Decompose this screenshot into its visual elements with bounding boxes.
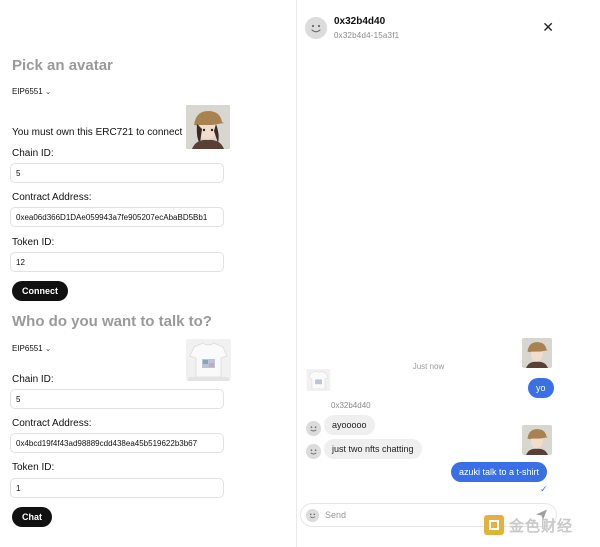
chain-id-input-2[interactable]: 5 [10, 389, 224, 409]
message-bubble-incoming: just two nfts chatting [324, 439, 422, 459]
token-id-label-2: Token ID: [12, 462, 55, 473]
composer-placeholder: Send [325, 510, 347, 520]
pick-avatar-heading: Pick an avatar [12, 57, 113, 74]
connect-button[interactable]: Connect [12, 281, 68, 301]
contract-address-input-1[interactable]: 0xea06d366D1DAe059943a7fe905207ecAbaBD5B… [10, 207, 224, 227]
token-standard-select-1[interactable]: EIP6551 ⌄ [12, 84, 51, 98]
contract-address-input-2[interactable]: 0x4bcd19f4f43ad98889cdd438ea45b519622b3b… [10, 433, 224, 453]
contract-address-label-2: Contract Address: [12, 418, 92, 429]
tshirt-nft-image [186, 339, 231, 381]
chat-panel: 0x32b4d40 0x32b4d4-15a3f1 ✕ Just now yo … [297, 0, 600, 547]
token-id-input-2[interactable]: 1 [10, 478, 224, 498]
watermark-mark-icon [484, 515, 504, 535]
token-id-input-1[interactable]: 12 [10, 252, 224, 272]
smiley-avatar-icon [306, 509, 319, 522]
smiley-avatar-icon [306, 421, 321, 436]
message-bubble-outgoing: azuki talk to a t-shirt [451, 462, 548, 482]
contract-address-label-1: Contract Address: [12, 192, 92, 203]
message-bubble-incoming: ayooooo [324, 415, 375, 435]
chevron-down-icon: ⌄ [44, 343, 52, 353]
connect-panel: Pick an avatar EIP6551 ⌄ You must own th… [0, 0, 296, 547]
message-timestamp: Just now [412, 362, 445, 371]
smiley-avatar-icon [305, 17, 327, 39]
message-bubble-outgoing: yo [528, 378, 554, 398]
ownership-notice: You must own this ERC721 to connect [12, 127, 183, 138]
chat-peer-address: 0x32b4d4-15a3f1 [334, 31, 400, 40]
smiley-avatar-icon [306, 444, 321, 459]
chevron-down-icon: ⌄ [44, 86, 52, 96]
chat-button[interactable]: Chat [12, 507, 52, 527]
chain-id-input-1[interactable]: 5 [10, 163, 224, 183]
token-id-label-1: Token ID: [12, 237, 55, 248]
read-receipt-icon: ✓ [540, 484, 548, 494]
my-avatar-thumb [522, 425, 552, 455]
chain-id-label-1: Chain ID: [12, 148, 54, 159]
token-standard-value: EIP6551 [12, 86, 43, 96]
watermark-logo: 金色财经 [483, 514, 573, 536]
avatar-nft-image [186, 105, 230, 149]
chain-id-label-2: Chain ID: [12, 374, 54, 385]
chat-peer-name: 0x32b4d40 [334, 16, 386, 27]
who-to-talk-heading: Who do you want to talk to? [12, 313, 212, 330]
peer-avatar-thumb [306, 369, 331, 391]
watermark-text: 金色财经 [509, 517, 574, 535]
message-sender-label: 0x32b4d40 [331, 401, 371, 410]
token-standard-value: EIP6551 [12, 343, 43, 353]
close-icon[interactable]: ✕ [542, 20, 554, 34]
token-standard-select-2[interactable]: EIP6551 ⌄ [12, 341, 51, 355]
